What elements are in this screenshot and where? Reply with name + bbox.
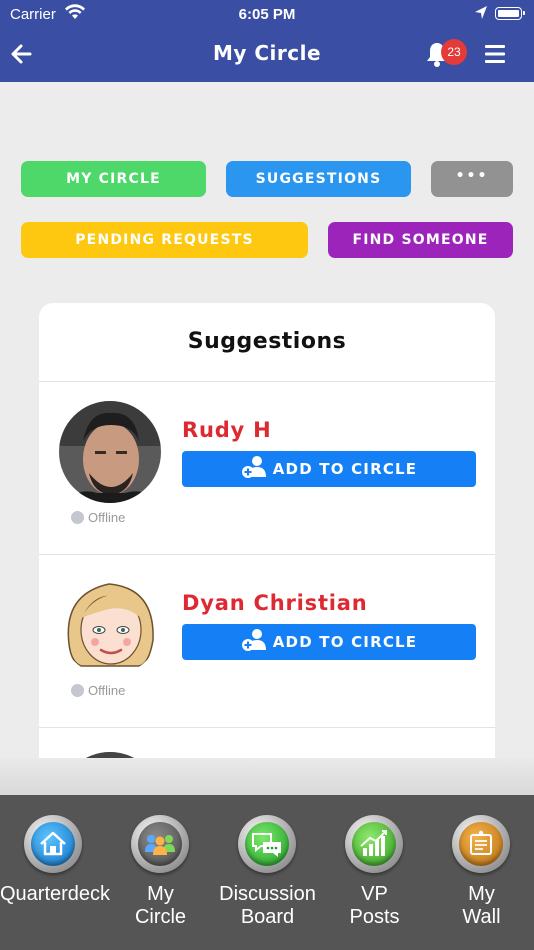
status-label: Offline: [88, 683, 126, 698]
offline-dot-icon: [71, 511, 84, 524]
add-user-icon: [241, 456, 266, 478]
chart-icon: [345, 815, 403, 873]
status-label: Offline: [88, 510, 126, 525]
battery-icon: [495, 7, 525, 20]
chat-icon: [238, 815, 296, 873]
tab-discussion-board[interactable]: Discussion Board: [214, 795, 321, 950]
home-icon: [24, 815, 82, 873]
suggestions-button[interactable]: SUGGESTIONS: [226, 161, 411, 197]
find-someone-button[interactable]: FIND SOMEONE: [328, 222, 513, 258]
tab-label: Quarterdeck: [0, 883, 111, 905]
pending-requests-button[interactable]: PENDING REQUESTS: [21, 222, 308, 258]
tab-label: My Wall: [462, 883, 501, 928]
add-to-circle-button[interactable]: ADD TO CIRCLE: [182, 624, 476, 660]
card-title: Suggestions: [39, 303, 495, 382]
status-indicator: Offline: [71, 510, 125, 525]
notification-badge: 23: [441, 39, 467, 65]
tab-vp-posts[interactable]: VP Posts: [321, 795, 428, 950]
tab-quarterdeck[interactable]: Quarterdeck: [0, 795, 111, 950]
location-arrow-icon: [475, 6, 487, 19]
person-name[interactable]: Rudy H: [182, 418, 272, 442]
add-to-circle-button[interactable]: ADD TO CIRCLE: [182, 451, 476, 487]
tab-my-circle[interactable]: My Circle: [107, 795, 214, 950]
add-user-icon: [241, 629, 266, 651]
tab-label: VP Posts: [349, 883, 400, 928]
avatar[interactable]: [59, 401, 161, 503]
suggestions-card: Suggestions Offline Rudy H ADD TO CIRCLE…: [39, 303, 495, 773]
add-to-circle-label: ADD TO CIRCLE: [272, 633, 418, 651]
list-item: Offline Rudy H ADD TO CIRCLE: [39, 382, 495, 555]
status-indicator: Offline: [71, 683, 125, 698]
list-item: Offline Dyan Christian ADD TO CIRCLE: [39, 555, 495, 728]
more-options-button[interactable]: •••: [431, 161, 513, 197]
tab-my-wall[interactable]: My Wall: [428, 795, 534, 950]
tab-label: My Circle: [134, 883, 187, 928]
offline-dot-icon: [71, 684, 84, 697]
scroll-fade: [0, 758, 534, 796]
avatar[interactable]: [59, 574, 161, 676]
hamburger-menu-icon[interactable]: [483, 42, 507, 66]
noteboard-icon: [452, 815, 510, 873]
status-bar: Carrier 6:05 PM: [0, 0, 534, 28]
tab-label: Discussion Board: [219, 883, 316, 928]
person-name[interactable]: Dyan Christian: [182, 591, 368, 615]
clock: 6:05 PM: [238, 6, 296, 23]
bottom-tab-bar: Quarterdeck My Circle Discussion Board V…: [0, 795, 534, 950]
add-to-circle-label: ADD TO CIRCLE: [272, 460, 418, 478]
my-circle-button[interactable]: MY CIRCLE: [21, 161, 206, 197]
nav-bar: My Circle 23: [0, 28, 534, 82]
people-icon: [131, 815, 189, 873]
